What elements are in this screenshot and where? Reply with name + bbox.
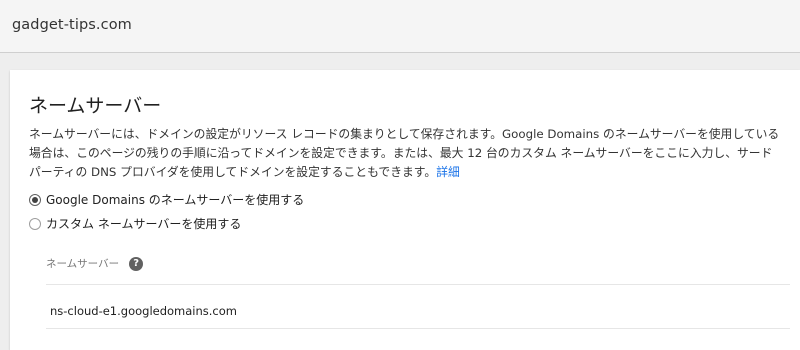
radio-custom-nameservers[interactable]: カスタム ネームサーバーを使用する — [29, 215, 241, 232]
domain-title: gadget-tips.com — [12, 17, 132, 33]
top-bar: gadget-tips.com — [0, 0, 800, 53]
radio-label-google-domains: Google Domains のネームサーバーを使用する — [46, 193, 305, 207]
description-text: ネームサーバーには、ドメインの設定がリソース レコードの集まりとして保存されます… — [29, 127, 780, 179]
help-icon[interactable]: ? — [129, 256, 144, 271]
divider — [46, 328, 790, 329]
radio-button-checked[interactable] — [29, 193, 41, 206]
learn-more-link[interactable]: 詳細 — [436, 165, 460, 179]
nameserver-card: ネームサーバー ネームサーバーには、ドメインの設定がリソース レコードの集まりと… — [10, 70, 800, 350]
radio-button-unchecked[interactable] — [29, 217, 41, 230]
divider — [46, 284, 790, 285]
radio-google-domains[interactable]: Google Domains のネームサーバーを使用する — [29, 191, 304, 208]
nameserver-entry: ns-cloud-e1.googledomains.com — [50, 304, 237, 318]
radio-label-custom: カスタム ネームサーバーを使用する — [46, 217, 242, 231]
card-title: ネームサーバー — [29, 95, 162, 117]
nameserver-header-label: ネームサーバー — [46, 258, 120, 270]
radio-dot — [32, 196, 38, 203]
nameserver-column-header: ネームサーバー ? — [46, 256, 144, 271]
description: ネームサーバーには、ドメインの設定がリソース レコードの集まりとして保存されます… — [29, 125, 781, 182]
